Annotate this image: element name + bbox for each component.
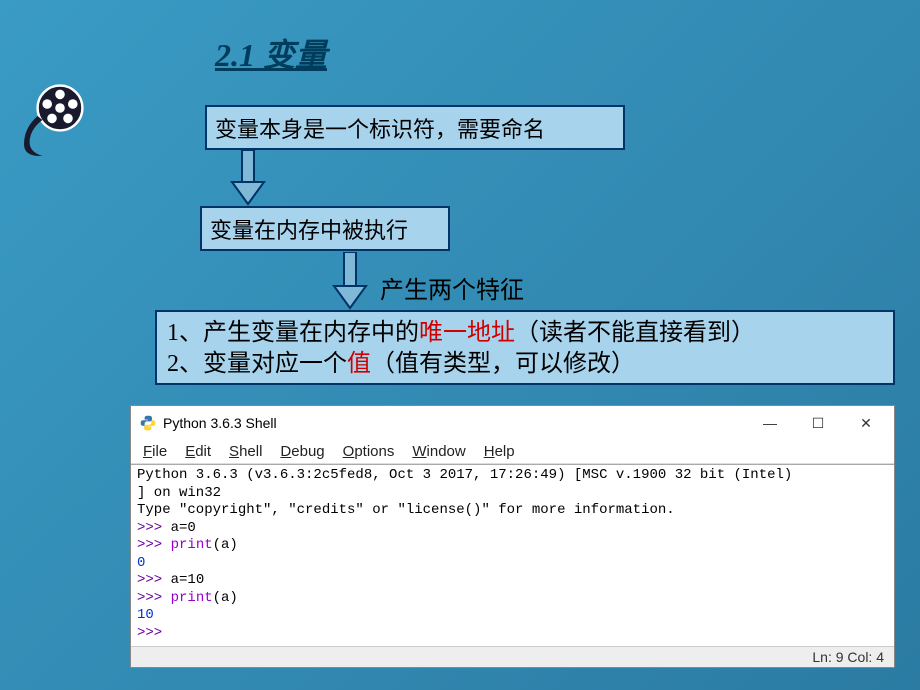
menu-debug[interactable]: Debug bbox=[280, 443, 324, 460]
banner-line: Python 3.6.3 (v3.6.3:2c5fed8, Oct 3 2017… bbox=[137, 467, 888, 485]
banner-line: Type "copyright", "credits" or "license(… bbox=[137, 502, 888, 520]
concept-box-2: 变量在内存中被执行 bbox=[200, 206, 450, 251]
feature-box: 1、产生变量在内存中的唯一地址（读者不能直接看到） 2、变量对应一个值（值有类型… bbox=[155, 310, 895, 385]
repl-line: >>> bbox=[137, 625, 888, 643]
film-reel-icon bbox=[20, 80, 100, 160]
window-controls: — ☐ ✕ bbox=[746, 410, 890, 436]
repl-line: >>> print(a) bbox=[137, 537, 888, 555]
menu-options[interactable]: Options bbox=[343, 443, 395, 460]
close-button[interactable]: ✕ bbox=[842, 410, 890, 436]
menu-shell[interactable]: Shell bbox=[229, 443, 262, 460]
feature2-pre: 2、变量对应一个 bbox=[167, 351, 347, 377]
concept-box-1: 变量本身是一个标识符，需要命名 bbox=[205, 105, 625, 150]
repl-output: 10 bbox=[137, 607, 888, 625]
feature1-post: （读者不能直接看到） bbox=[515, 320, 755, 346]
repl-line: >>> a=10 bbox=[137, 572, 888, 590]
window-title: Python 3.6.3 Shell bbox=[163, 415, 277, 431]
repl-output: 0 bbox=[137, 555, 888, 573]
feature2-post: （值有类型，可以修改） bbox=[371, 351, 635, 377]
banner-line: ] on win32 bbox=[137, 485, 888, 503]
window-titlebar: Python 3.6.3 Shell — ☐ ✕ bbox=[131, 406, 894, 440]
repl-line: >>> a=0 bbox=[137, 520, 888, 538]
feature2-highlight: 值 bbox=[347, 351, 371, 377]
arrow-down-icon bbox=[228, 150, 268, 206]
status-bar: Ln: 9 Col: 4 bbox=[131, 646, 894, 667]
shell-output[interactable]: Python 3.6.3 (v3.6.3:2c5fed8, Oct 3 2017… bbox=[131, 464, 894, 646]
feature1-pre: 1、产生变量在内存中的 bbox=[167, 320, 419, 346]
feature1-highlight: 唯一地址 bbox=[419, 320, 515, 346]
menu-help[interactable]: Help bbox=[484, 443, 515, 460]
minimize-button[interactable]: — bbox=[746, 410, 794, 436]
menu-edit[interactable]: Edit bbox=[185, 443, 211, 460]
python-icon bbox=[139, 414, 157, 432]
menu-bar: File Edit Shell Debug Options Window Hel… bbox=[131, 440, 894, 464]
slide-title: 2.1 变量 bbox=[215, 30, 327, 76]
repl-line: >>> print(a) bbox=[137, 590, 888, 608]
menu-file[interactable]: File bbox=[143, 443, 167, 460]
menu-window[interactable]: Window bbox=[412, 443, 465, 460]
maximize-button[interactable]: ☐ bbox=[794, 410, 842, 436]
arrow-label: 产生两个特征 bbox=[380, 270, 524, 305]
arrow-down-icon bbox=[330, 252, 370, 310]
python-shell-window: Python 3.6.3 Shell — ☐ ✕ File Edit Shell… bbox=[130, 405, 895, 668]
